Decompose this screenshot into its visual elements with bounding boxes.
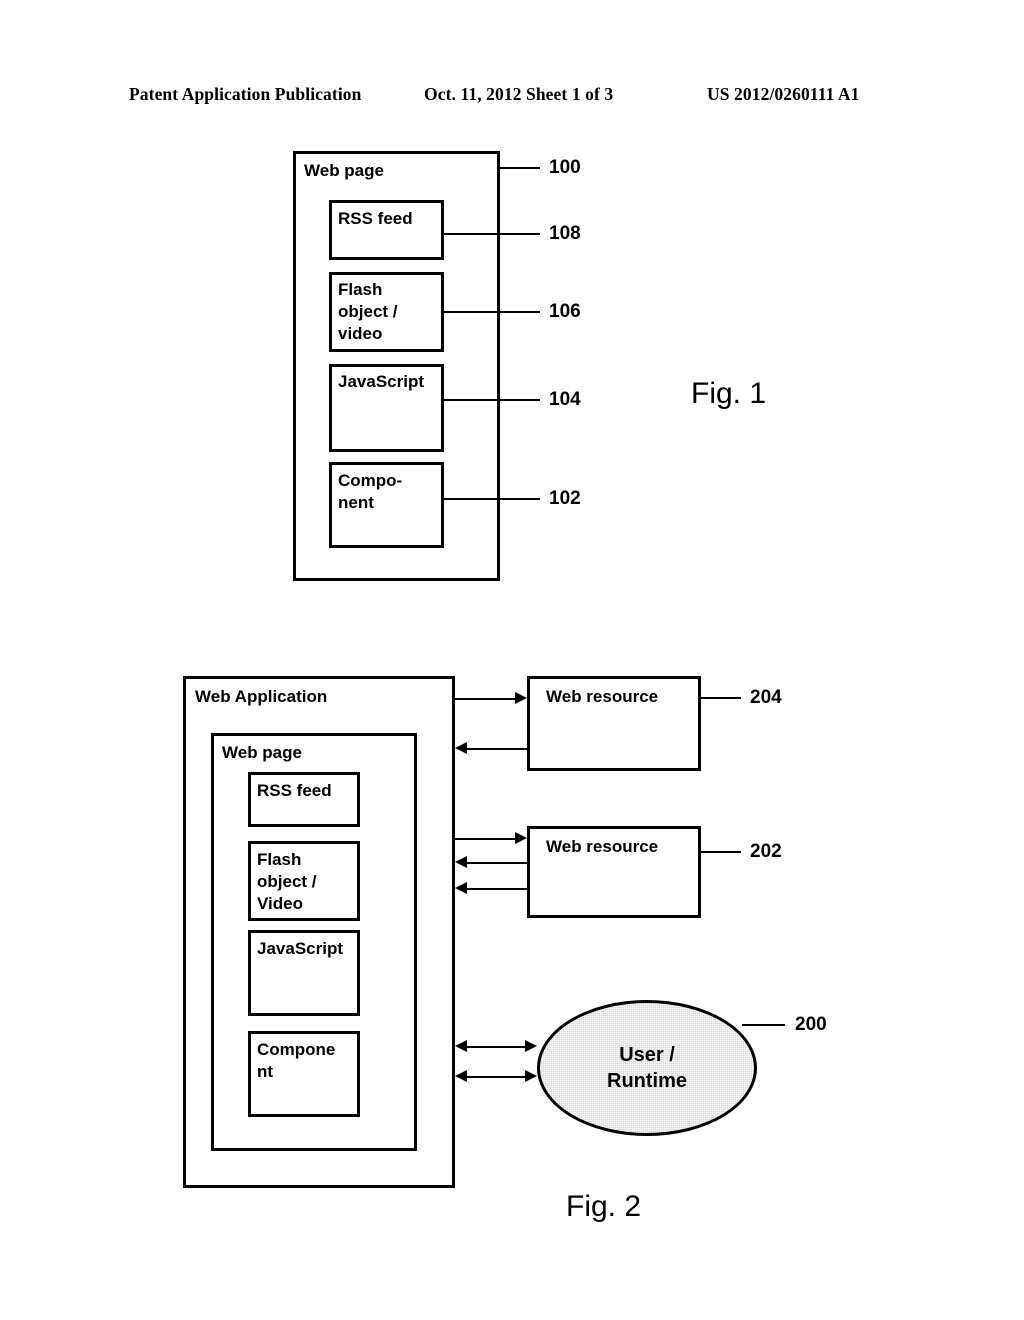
fig2-arrow-204-in-line: [467, 748, 527, 750]
fig2-arrow-202-in2-head: [455, 882, 467, 894]
fig2-arrow-202-in2-line: [467, 888, 527, 890]
fig1-leader-102: [444, 498, 540, 500]
fig2-javascript-label: JavaScript: [257, 939, 343, 958]
fig2-web-application-label: Web Application: [195, 687, 328, 706]
fig1-leader-104: [444, 399, 540, 401]
fig2-arrow-202-out-line: [455, 838, 515, 840]
fig1-refnum-106: 106: [549, 301, 581, 322]
fig1-flash-object-label: Flash object / video: [338, 280, 398, 343]
fig1-refnum-104: 104: [549, 389, 581, 410]
publication-type-text: Patent Application Publication: [129, 84, 362, 104]
fig2-caption: Fig. 2: [566, 1190, 642, 1223]
publication-number-text: US 2012/0260111 A1: [707, 84, 860, 104]
fig2-arrow-user-1-head-right: [525, 1040, 537, 1052]
fig2-refnum-204: 204: [750, 687, 782, 708]
fig1-refnum-100: 100: [549, 157, 581, 178]
fig2-arrow-204-in-head: [455, 742, 467, 754]
fig2-arrow-user-1-head-left: [455, 1040, 467, 1052]
fig2-arrow-204-out-head: [515, 692, 527, 704]
fig2-arrow-user-1-line: [467, 1046, 525, 1048]
fig1-refnum-102: 102: [549, 488, 581, 509]
fig2-leader-202: [701, 851, 741, 853]
fig1-leader-108: [444, 233, 540, 235]
fig2-rss-feed-label: RSS feed: [257, 781, 332, 800]
fig2-arrow-202-out-head: [515, 832, 527, 844]
fig2-leader-200: [742, 1024, 785, 1026]
fig1-refnum-108: 108: [549, 223, 581, 244]
fig2-leader-204: [701, 697, 741, 699]
fig2-arrow-user-2-head-left: [455, 1070, 467, 1082]
fig2-user-runtime-ellipse: User / Runtime: [537, 1000, 757, 1136]
fig2-arrow-204-out-line: [455, 698, 515, 700]
fig2-web-resource-202-label: Web resource: [546, 837, 659, 856]
fig1-component-label: Compo- nent: [338, 471, 403, 512]
fig2-component-label: Compone nt: [257, 1040, 336, 1081]
fig2-user-runtime-label: User / Runtime: [607, 1044, 687, 1092]
fig1-rss-feed-label: RSS feed: [338, 209, 413, 228]
fig2-flash-object-label: Flash object / Video: [257, 850, 317, 913]
fig2-web-page-label: Web page: [222, 743, 302, 762]
fig2-refnum-200: 200: [795, 1014, 827, 1035]
fig2-arrow-202-in1-line: [467, 862, 527, 864]
fig1-web-page-label: Web page: [304, 161, 384, 180]
fig2-arrow-user-2-head-right: [525, 1070, 537, 1082]
fig1-leader-106: [444, 311, 540, 313]
fig2-refnum-202: 202: [750, 841, 782, 862]
publication-header: Patent Application Publication Oct. 11, …: [0, 84, 1024, 110]
fig1-leader-100: [500, 167, 540, 169]
fig2-web-resource-204-label: Web resource: [546, 687, 659, 706]
publication-date-sheet-text: Oct. 11, 2012 Sheet 1 of 3: [424, 84, 614, 104]
fig2-arrow-user-2-line: [467, 1076, 525, 1078]
fig2-arrow-202-in1-head: [455, 856, 467, 868]
fig1-javascript-label: JavaScript: [338, 372, 424, 391]
fig1-caption: Fig. 1: [691, 377, 767, 410]
